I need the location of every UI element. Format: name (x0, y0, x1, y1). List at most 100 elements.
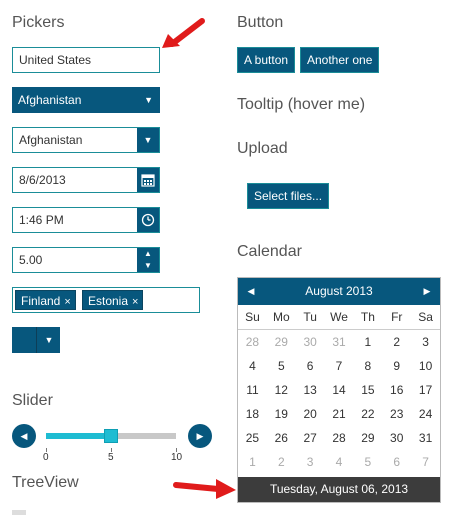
slider-mid-label: 5 (108, 452, 114, 463)
upload-heading: Upload (237, 140, 288, 157)
calendar-day[interactable]: 31 (411, 426, 440, 450)
calendar-day[interactable]: 4 (238, 354, 267, 378)
calendar-day[interactable]: 16 (382, 378, 411, 402)
calendar-footer-today[interactable]: Tuesday, August 06, 2013 (238, 477, 440, 502)
time-picker[interactable]: 1:46 PM (12, 207, 160, 233)
autocomplete-input[interactable]: United States (12, 47, 160, 73)
calendar-week-row: 1234567 (238, 450, 440, 474)
calendar-day[interactable]: 18 (238, 402, 267, 426)
slider-heading: Slider (12, 392, 53, 409)
arrow-left-icon: ◀ (20, 430, 28, 441)
calendar-day[interactable]: 20 (296, 402, 325, 426)
calendar: ◀ August 2013 ▶ Su Mo Tu We Th Fr Sa 28 29 30 31 1… (237, 277, 441, 503)
tree-item-icon[interactable] (12, 510, 26, 515)
calendar-grid: Su Mo Tu We Th Fr Sa 28 29 30 31 1 2 3 4 5 6 7 8 9 10 11 12 13… (238, 305, 440, 474)
arrow-right-icon: ▶ (196, 430, 204, 441)
calendar-day[interactable]: 3 (411, 330, 440, 354)
calendar-day[interactable]: 29 (353, 426, 382, 450)
calendar-heading: Calendar (237, 243, 302, 260)
calendar-day[interactable]: 28 (238, 330, 267, 354)
tag-label: Finland (21, 294, 61, 308)
pickers-heading: Pickers (12, 14, 65, 31)
chevron-down-icon[interactable]: ▼ (38, 327, 60, 353)
calendar-day[interactable]: 9 (382, 354, 411, 378)
calendar-day[interactable]: 4 (325, 450, 354, 474)
calendar-icon[interactable] (137, 168, 159, 192)
tag-remove-icon[interactable]: × (132, 296, 138, 308)
calendar-day[interactable]: 23 (382, 402, 411, 426)
calendar-header: ◀ August 2013 ▶ (238, 278, 440, 305)
dropdown-list-value: Afghanistan (18, 93, 82, 107)
chevron-down-icon: ▼ (144, 95, 153, 105)
multiselect[interactable]: Finland × Estonia × (12, 287, 200, 313)
calendar-day[interactable]: 7 (325, 354, 354, 378)
calendar-day[interactable]: 14 (325, 378, 354, 402)
calendar-day[interactable]: 13 (296, 378, 325, 402)
calendar-day[interactable]: 3 (296, 450, 325, 474)
date-value: 8/6/2013 (19, 173, 66, 187)
calendar-day[interactable]: 21 (325, 402, 354, 426)
chevron-down-icon[interactable]: ▼ (137, 128, 159, 152)
calendar-day[interactable]: 22 (353, 402, 382, 426)
annotation-arrow-icon (162, 18, 205, 48)
calendar-day[interactable]: 25 (238, 426, 267, 450)
calendar-day[interactable]: 19 (267, 402, 296, 426)
decrease-arrow-icon[interactable]: ▼ (137, 260, 159, 272)
calendar-day[interactable]: 8 (353, 354, 382, 378)
numeric-textbox[interactable]: 5.00 ▲ ▼ (12, 247, 160, 273)
calendar-day[interactable]: 11 (238, 378, 267, 402)
increase-arrow-icon[interactable]: ▲ (137, 248, 159, 260)
calendar-day[interactable]: 2 (382, 330, 411, 354)
calendar-day[interactable]: 2 (267, 450, 296, 474)
calendar-day[interactable]: 1 (353, 330, 382, 354)
calendar-day[interactable]: 28 (325, 426, 354, 450)
calendar-day[interactable]: 10 (411, 354, 440, 378)
multiselect-tag: Estonia × (82, 290, 144, 310)
slider-max-label: 10 (171, 452, 183, 463)
numeric-stepper[interactable]: ▲ ▼ (137, 248, 159, 272)
a-button[interactable]: A button (237, 47, 296, 73)
calendar-day[interactable]: 6 (382, 450, 411, 474)
dropdown-list[interactable]: Afghanistan ▼ (12, 87, 160, 113)
calendar-day[interactable]: 24 (411, 402, 440, 426)
clock-icon[interactable] (137, 208, 159, 232)
slider-handle[interactable] (104, 429, 118, 443)
calendar-day[interactable]: 30 (382, 426, 411, 450)
calendar-day[interactable]: 26 (267, 426, 296, 450)
tag-label: Estonia (88, 294, 129, 308)
calendar-day[interactable]: 12 (267, 378, 296, 402)
calendar-day[interactable]: 1 (238, 450, 267, 474)
select-files-button[interactable]: Select files... (247, 183, 330, 209)
another-button[interactable]: Another one (300, 47, 380, 73)
tooltip-heading[interactable]: Tooltip (hover me) (237, 96, 365, 114)
annotation-arrow-icon (173, 479, 236, 499)
calendar-day[interactable]: 17 (411, 378, 440, 402)
calendar-month-title[interactable]: August 2013 (238, 278, 440, 305)
calendar-day[interactable]: 29 (267, 330, 296, 354)
decrease-button[interactable]: ◀ (12, 424, 36, 448)
color-picker[interactable]: ▼ (12, 327, 60, 353)
combobox[interactable]: Afghanistan ▼ (12, 127, 160, 153)
date-picker[interactable]: 8/6/2013 (12, 167, 160, 193)
calendar-day[interactable]: 7 (411, 450, 440, 474)
calendar-day[interactable]: 6 (296, 354, 325, 378)
calendar-week-row: 11 12 13 14 15 16 17 (238, 378, 440, 402)
calendar-day[interactable]: 5 (353, 450, 382, 474)
tag-remove-icon[interactable]: × (64, 296, 70, 308)
calendar-day[interactable]: 15 (353, 378, 382, 402)
calendar-day[interactable]: 27 (296, 426, 325, 450)
slider-fill (46, 433, 111, 439)
calendar-day[interactable]: 5 (267, 354, 296, 378)
calendar-week-row: 25 26 27 28 29 30 31 (238, 426, 440, 450)
calendar-week-row: 28 29 30 31 1 2 3 (238, 330, 440, 354)
calendar-day[interactable]: 30 (296, 330, 325, 354)
weekday-label: Su (245, 310, 260, 324)
numeric-value: 5.00 (19, 253, 43, 267)
multiselect-tag: Finland × (15, 290, 76, 310)
color-swatch (12, 327, 37, 353)
next-month-icon[interactable]: ▶ (416, 278, 438, 305)
calendar-day[interactable]: 31 (325, 330, 354, 354)
time-value: 1:46 PM (19, 213, 64, 227)
increase-button[interactable]: ▶ (188, 424, 212, 448)
weekday-label: Tu (303, 310, 317, 324)
